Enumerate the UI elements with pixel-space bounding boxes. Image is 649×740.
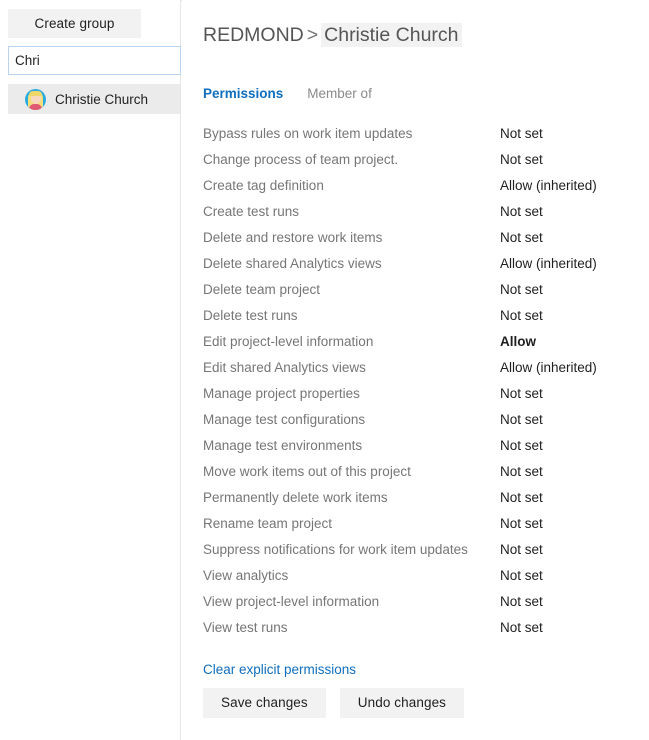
table-row: Edit project-level informationAllow [203,333,623,359]
permission-name: Delete shared Analytics views [203,255,500,273]
permission-name: Edit project-level information [203,333,500,351]
permission-value[interactable]: Not set [500,307,543,325]
permission-value[interactable]: Not set [500,229,543,247]
create-group-button[interactable]: Create group [8,9,141,38]
breadcrumb-current[interactable]: Christie Church [321,23,461,47]
table-row: Edit shared Analytics viewsAllow (inheri… [203,359,623,385]
table-row: Rename team projectNot set [203,515,623,541]
permission-name: Create test runs [203,203,500,221]
tab-permissions[interactable]: Permissions [203,86,283,101]
permission-name: Delete team project [203,281,500,299]
breadcrumb-separator-icon: > [304,24,321,46]
permission-name: Change process of team project. [203,151,500,169]
identity-search-container [8,46,181,75]
permission-name: Edit shared Analytics views [203,359,500,377]
permission-value[interactable]: Not set [500,515,543,533]
permission-name: Manage test configurations [203,411,500,429]
main-content: REDMOND>Christie Church Permissions Memb… [181,0,649,740]
table-row: Manage project propertiesNot set [203,385,623,411]
permission-name: Move work items out of this project [203,463,500,481]
list-item[interactable]: Christie Church [8,84,180,114]
table-row: View analyticsNot set [203,567,623,593]
table-row: View test runsNot set [203,619,623,645]
permission-value[interactable]: Allow [500,333,536,351]
table-row: Manage test configurationsNot set [203,411,623,437]
permission-value[interactable]: Allow (inherited) [500,359,597,377]
identity-sidebar: Create group Christie Church [0,0,181,740]
permission-name: View test runs [203,619,500,637]
permission-name: Suppress notifications for work item upd… [203,541,500,559]
table-row: Delete team projectNot set [203,281,623,307]
breadcrumb: REDMOND>Christie Church [203,24,462,47]
permission-name: Permanently delete work items [203,489,500,507]
table-row: Suppress notifications for work item upd… [203,541,623,567]
list-item-label: Christie Church [55,92,148,107]
breadcrumb-root[interactable]: REDMOND [203,24,304,46]
footer-actions: Save changes Undo changes [203,688,464,718]
permission-value[interactable]: Not set [500,385,543,403]
permission-value[interactable]: Not set [500,125,543,143]
permission-value[interactable]: Not set [500,541,543,559]
table-row: Delete test runsNot set [203,307,623,333]
user-avatar-icon [25,89,46,110]
permission-value[interactable]: Not set [500,411,543,429]
permissions-table: Bypass rules on work item updatesNot set… [203,125,623,645]
table-row: View project-level informationNot set [203,593,623,619]
permission-name: Bypass rules on work item updates [203,125,500,143]
permission-name: Create tag definition [203,177,500,195]
table-row: Manage test environmentsNot set [203,437,623,463]
permission-value[interactable]: Not set [500,619,543,637]
permission-value[interactable]: Not set [500,203,543,221]
permission-value[interactable]: Allow (inherited) [500,255,597,273]
save-changes-button[interactable]: Save changes [203,688,326,718]
permission-name: Delete and restore work items [203,229,500,247]
clear-explicit-permissions-link[interactable]: Clear explicit permissions [203,662,356,677]
table-row: Create test runsNot set [203,203,623,229]
table-row: Delete shared Analytics viewsAllow (inhe… [203,255,623,281]
permission-value[interactable]: Not set [500,281,543,299]
table-row: Bypass rules on work item updatesNot set [203,125,623,151]
permission-value[interactable]: Allow (inherited) [500,177,597,195]
identity-permissions-page: Create group Christie Church REDMOND>Chr… [0,0,649,740]
tab-bar: Permissions Member of [203,86,372,101]
permission-value[interactable]: Not set [500,437,543,455]
identity-search-input[interactable] [8,46,181,75]
table-row: Create tag definitionAllow (inherited) [203,177,623,203]
identity-search-results: Christie Church [0,84,180,114]
table-row: Move work items out of this projectNot s… [203,463,623,489]
permission-name: View analytics [203,567,500,585]
undo-changes-button[interactable]: Undo changes [340,688,464,718]
table-row: Change process of team project.Not set [203,151,623,177]
permission-value[interactable]: Not set [500,593,543,611]
permission-name: Manage test environments [203,437,500,455]
permission-value[interactable]: Not set [500,489,543,507]
permission-name: Manage project properties [203,385,500,403]
tab-member-of[interactable]: Member of [307,86,372,101]
permission-name: Rename team project [203,515,500,533]
permission-name: Delete test runs [203,307,500,325]
table-row: Permanently delete work itemsNot set [203,489,623,515]
permission-value[interactable]: Not set [500,567,543,585]
table-row: Delete and restore work itemsNot set [203,229,623,255]
permission-value[interactable]: Not set [500,151,543,169]
permission-name: View project-level information [203,593,500,611]
permission-value[interactable]: Not set [500,463,543,481]
